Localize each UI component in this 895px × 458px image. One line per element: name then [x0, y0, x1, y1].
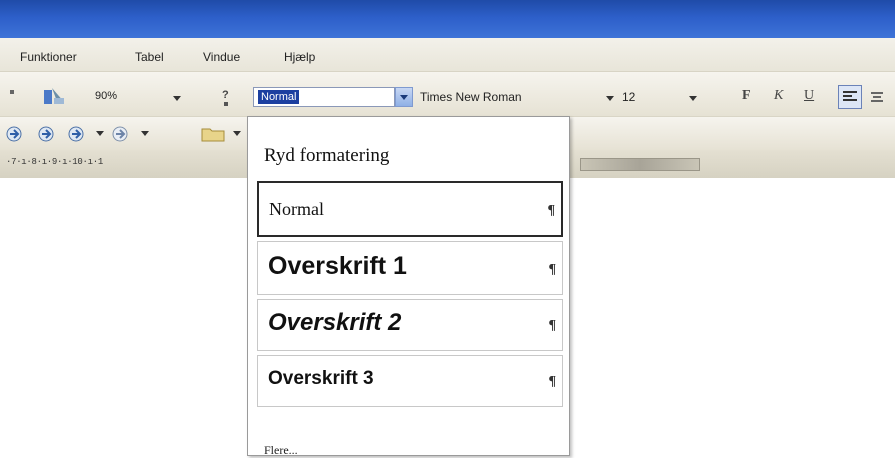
style-item-overskrift-2[interactable]: Overskrift 2 ¶: [257, 299, 563, 351]
italic-button[interactable]: K: [774, 88, 783, 104]
style-item-normal[interactable]: Normal ¶: [257, 181, 563, 237]
folder-dropdown-icon[interactable]: [232, 129, 242, 137]
style-item-label: Overskrift 1: [268, 252, 407, 280]
paragraph-mark-icon: ¶: [547, 203, 555, 218]
style-dropdown-button[interactable]: [395, 87, 413, 107]
menu-vindue[interactable]: Vindue: [203, 50, 240, 64]
style-item-overskrift-3[interactable]: Overskrift 3 ¶: [257, 355, 563, 407]
font-name-box[interactable]: Times New Roman: [420, 90, 522, 104]
font-name-dropdown-icon[interactable]: [605, 94, 615, 102]
menu-hjaelp[interactable]: Hjælp: [284, 50, 315, 64]
toolbar-grip-icon: [10, 90, 14, 94]
zoom-dropdown-icon[interactable]: [172, 94, 182, 102]
ruler-marks: ·7·ı·8·ı·9·ı·10·ı·1: [6, 157, 103, 167]
redo-icon[interactable]: [110, 124, 134, 144]
style-value[interactable]: Normal: [258, 90, 300, 104]
align-left-button[interactable]: [838, 85, 862, 109]
font-size-dropdown-icon[interactable]: [688, 94, 698, 102]
menu-bar: Funktioner Tabel Vindue Hjælp: [0, 38, 895, 72]
paragraph-mark-icon: ¶: [548, 374, 556, 389]
style-item-label: Overskrift 3: [268, 368, 374, 389]
undo-icon[interactable]: [66, 124, 90, 144]
arrow-left-icon[interactable]: [4, 124, 28, 144]
bold-button[interactable]: F: [742, 88, 751, 104]
style-item-label: Normal: [269, 199, 324, 219]
undo-dropdown-icon[interactable]: [95, 129, 105, 137]
align-center-icon[interactable]: [868, 88, 888, 108]
style-item-overskrift-1[interactable]: Overskrift 1 ¶: [257, 241, 563, 295]
arrow-right-icon[interactable]: [36, 124, 60, 144]
underline-button[interactable]: U: [804, 88, 814, 104]
menu-tabel[interactable]: Tabel: [135, 50, 164, 64]
drawing-icon[interactable]: [42, 84, 68, 108]
style-dropdown: Ryd formatering Normal ¶ Overskrift 1 ¶ …: [247, 116, 570, 457]
paragraph-mark-icon: ¶: [548, 262, 556, 277]
folder-icon[interactable]: [200, 125, 228, 143]
style-combo[interactable]: Normal: [253, 87, 395, 107]
clear-formatting-item[interactable]: Ryd formatering: [264, 145, 389, 167]
style-item-label: Overskrift 2: [268, 309, 402, 336]
redo-dropdown-icon[interactable]: [140, 129, 150, 137]
title-bar: [0, 0, 895, 38]
chevron-down-icon: [400, 95, 408, 100]
menu-funktioner[interactable]: Funktioner: [20, 50, 77, 64]
help-icon[interactable]: ?: [218, 86, 236, 110]
font-size-box[interactable]: 12: [622, 90, 635, 104]
align-left-icon: [843, 91, 857, 101]
ruler-tab-marker[interactable]: [580, 158, 700, 171]
paragraph-mark-icon: ¶: [548, 318, 556, 333]
svg-text:?: ?: [222, 89, 229, 101]
zoom-box[interactable]: 90%: [95, 90, 117, 102]
